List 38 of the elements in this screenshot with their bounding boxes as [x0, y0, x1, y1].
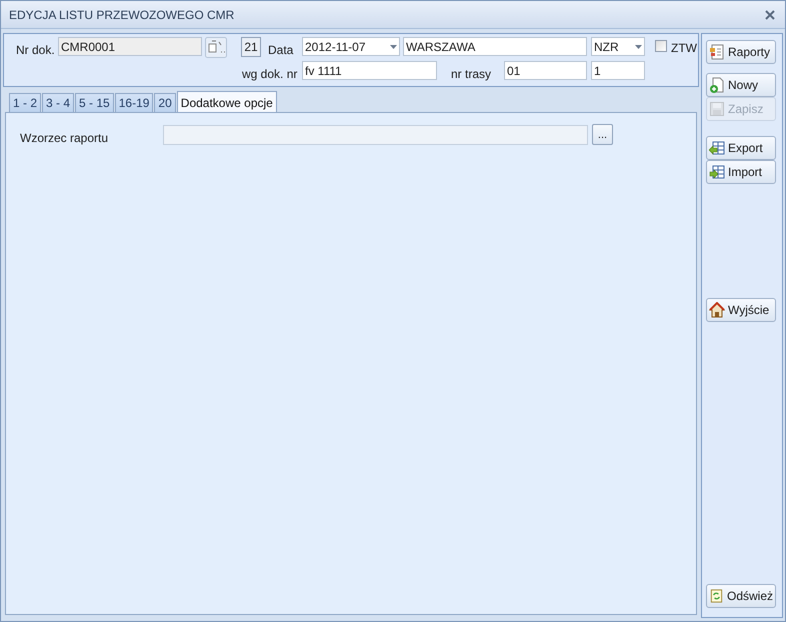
toolbar-button[interactable]: Raporty [706, 40, 776, 64]
tab[interactable]: 5 - 15 [75, 93, 114, 112]
toolbar-button[interactable]: Import [706, 160, 776, 184]
city-field[interactable]: WARSZAWA [403, 37, 587, 56]
date-dropdown[interactable]: 2012-11-07 [302, 37, 400, 56]
report-icon [709, 44, 725, 60]
tab[interactable]: 20 [154, 93, 176, 112]
field-label: Nr dok. [16, 42, 55, 59]
toolbar-button[interactable]: Odśwież [706, 584, 776, 608]
new-document-icon [709, 77, 725, 93]
window-title: EDYCJA LISTU PRZEWOZOWEGO CMR [9, 6, 234, 24]
tab[interactable]: 1 - 2 [9, 93, 42, 112]
toolbar-button[interactable]: Wyjście [706, 298, 776, 322]
house-icon [709, 302, 725, 318]
reference-number-field[interactable]: fv 1111 [302, 61, 437, 80]
tab[interactable]: Dodatkowe opcje [176, 91, 277, 113]
route-number-field[interactable]: 01 [504, 61, 587, 80]
field-label: nr trasy [451, 66, 492, 83]
close-icon[interactable] [765, 10, 775, 20]
toolbar-button[interactable]: Export [706, 136, 776, 160]
dropdown-arrow-icon [390, 44, 397, 48]
route-number-field[interactable]: 1 [591, 61, 645, 80]
refresh-icon [709, 588, 724, 604]
checkbox-label: ZTW [671, 40, 697, 57]
field-label: Wzorzec raportu [20, 130, 108, 147]
code-dropdown[interactable]: NZR [591, 37, 645, 56]
table-arrow-icon [709, 140, 725, 156]
tab[interactable]: 3 - 4 [42, 93, 74, 112]
table-arrow-icon [709, 164, 725, 180]
checkbox[interactable] [655, 40, 667, 52]
field-label: Data [268, 42, 294, 59]
dropdown-arrow-icon [635, 44, 642, 48]
day-badge[interactable]: 21 [241, 37, 261, 57]
tab[interactable]: 16-19 [114, 93, 154, 112]
numbering-icon[interactable] [205, 37, 227, 58]
field-label: wg dok. nr [242, 66, 298, 83]
browse-button[interactable]: ... [592, 124, 613, 145]
toolbar-button[interactable]: Nowy [706, 73, 776, 97]
